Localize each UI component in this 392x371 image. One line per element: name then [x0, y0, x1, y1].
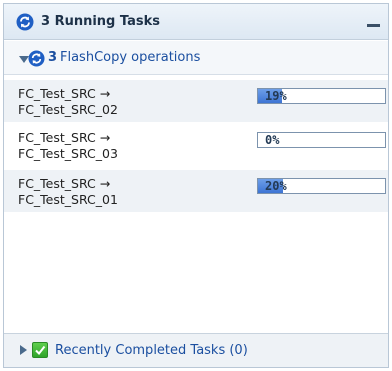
task-name: FC_Test_SRC → FC_Test_SRC_03 — [18, 130, 118, 162]
task-target: FC_Test_SRC_01 — [18, 192, 118, 207]
group-label[interactable]: FlashCopy operations — [60, 50, 200, 65]
progress-label: 20% — [265, 179, 287, 193]
minimize-icon[interactable] — [367, 24, 380, 27]
progress-bar: 19% — [257, 88, 386, 104]
task-row[interactable]: FC_Test_SRC → FC_Test_SRC_02 19% — [4, 80, 388, 122]
panel-header: 3 Running Tasks — [4, 4, 388, 40]
progress-bar: 0% — [257, 132, 386, 148]
progress-label: 19% — [265, 89, 287, 103]
sync-icon — [16, 13, 34, 35]
progress-label: 0% — [265, 133, 280, 147]
recently-completed-section[interactable]: Recently Completed Tasks (0) — [4, 333, 388, 367]
task-name: FC_Test_SRC → FC_Test_SRC_02 — [18, 86, 118, 118]
recently-completed-label[interactable]: Recently Completed Tasks (0) — [55, 343, 248, 358]
sync-icon — [28, 50, 45, 71]
task-source: FC_Test_SRC → — [18, 86, 111, 101]
task-row[interactable]: FC_Test_SRC → FC_Test_SRC_03 0% — [4, 124, 388, 166]
running-tasks-panel: 3 Running Tasks 3 FlashCopy operations F… — [3, 3, 389, 368]
progress-bar: 20% — [257, 178, 386, 194]
flashcopy-group-header[interactable]: 3 FlashCopy operations — [4, 41, 388, 75]
group-count: 3 — [48, 50, 58, 65]
task-target: FC_Test_SRC_02 — [18, 102, 118, 117]
task-target: FC_Test_SRC_03 — [18, 146, 118, 161]
task-source: FC_Test_SRC → — [18, 176, 111, 191]
task-row[interactable]: FC_Test_SRC → FC_Test_SRC_01 20% — [4, 170, 388, 212]
collapsed-triangle-icon[interactable] — [20, 345, 27, 355]
panel-title: 3 Running Tasks — [41, 14, 160, 29]
green-check-icon — [32, 342, 48, 358]
task-name: FC_Test_SRC → FC_Test_SRC_01 — [18, 176, 118, 208]
task-source: FC_Test_SRC → — [18, 130, 111, 145]
